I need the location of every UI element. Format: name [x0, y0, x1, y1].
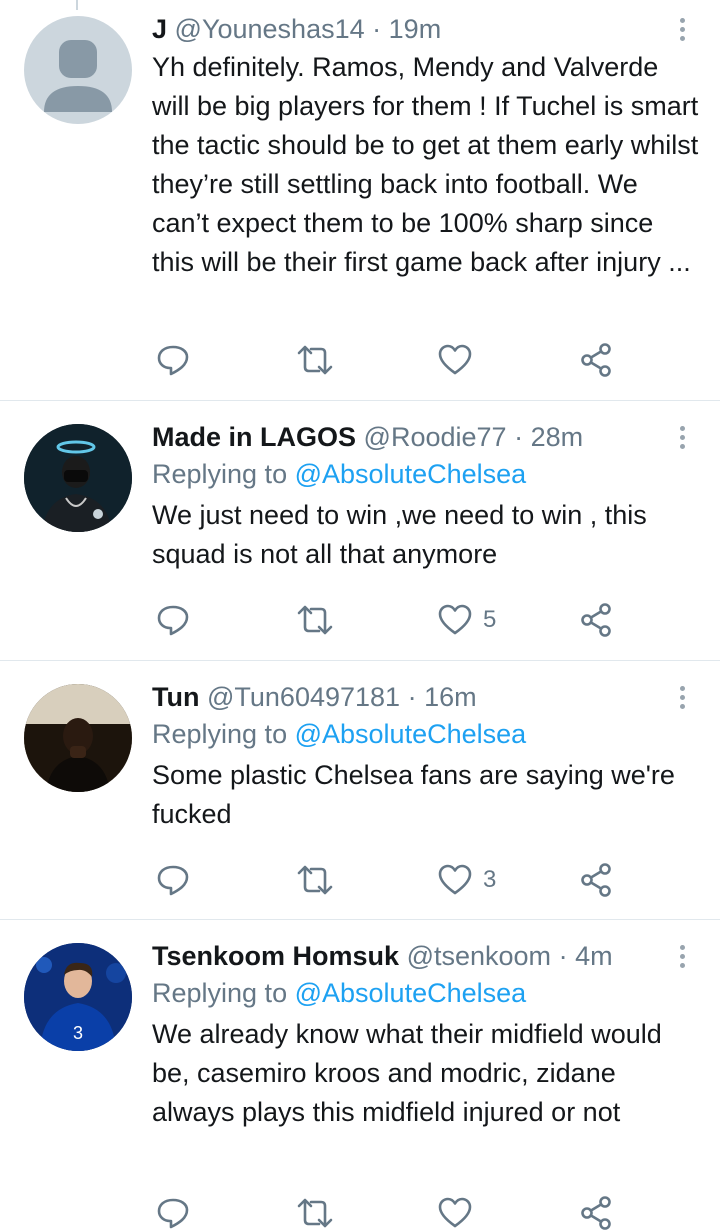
tweet-actions: 3 [155, 862, 720, 898]
separator: · [558, 941, 568, 971]
tweet-actions [155, 342, 720, 378]
like-button[interactable] [437, 342, 483, 378]
author-name[interactable]: Tun [152, 682, 199, 712]
replying-to-link[interactable]: @AbsoluteChelsea [295, 978, 527, 1008]
retweet-icon [297, 345, 333, 375]
author-handle[interactable]: @Roodie77 [364, 422, 507, 452]
separator: · [514, 422, 524, 452]
tweet-text: Yh definitely. Ramos, Mendy and Valverde… [152, 52, 699, 277]
timestamp[interactable]: 19m [389, 14, 442, 44]
separator: · [407, 682, 417, 712]
reply-button[interactable] [155, 862, 191, 898]
heart-icon [438, 1197, 472, 1228]
author-name[interactable]: J [152, 14, 167, 44]
share-icon [581, 343, 611, 377]
replying-to: Replying to @AbsoluteChelsea [152, 973, 700, 1013]
heart-icon [438, 604, 472, 635]
more-options-icon[interactable] [674, 945, 690, 972]
author-handle[interactable]: @Tun60497181 [207, 682, 400, 712]
retweet-icon [297, 1198, 333, 1228]
timestamp[interactable]: 28m [531, 422, 584, 452]
tweet-header: Tsenkoom Homsuk @tsenkoom · 4m [152, 939, 700, 973]
replying-to-link[interactable]: @AbsoluteChelsea [295, 719, 527, 749]
timestamp[interactable]: 16m [424, 682, 477, 712]
author-handle[interactable]: @tsenkoom [407, 941, 551, 971]
like-count: 5 [483, 606, 497, 633]
tweet-2[interactable]: Made in LAGOS @Roodie77 · 28m Replying t… [0, 400, 720, 661]
tweet-actions [155, 1195, 720, 1231]
masked-figure-avatar-icon [24, 424, 132, 532]
reply-icon [157, 605, 189, 636]
more-options-icon[interactable] [674, 18, 690, 45]
footballer-avatar-icon: 3 [24, 943, 132, 1051]
avatar[interactable] [24, 424, 132, 532]
retweet-icon [297, 865, 333, 895]
like-button[interactable] [437, 1195, 483, 1231]
more-options-icon[interactable] [674, 686, 690, 713]
share-icon [581, 1196, 611, 1230]
like-count: 3 [483, 866, 497, 893]
tweet-4[interactable]: 3 Tsenkoom Homsuk @tsenkoom · 4m Replyin… [0, 919, 720, 1230]
tweet-header: Made in LAGOS @Roodie77 · 28m [152, 420, 700, 454]
author-handle[interactable]: @Youneshas14 [175, 14, 365, 44]
reply-icon [157, 865, 189, 896]
reply-icon [157, 345, 189, 376]
share-button[interactable] [579, 342, 613, 378]
replying-to-label: Replying to [152, 719, 288, 749]
reply-icon [157, 1198, 189, 1229]
replying-to: Replying to @AbsoluteChelsea [152, 714, 700, 754]
share-icon [581, 603, 611, 637]
tweet-1[interactable]: J @Youneshas14 · 19m Yh definitely. Ramo… [0, 0, 720, 401]
default-profile-icon [44, 40, 112, 112]
retweet-button[interactable] [295, 862, 335, 898]
author-name[interactable]: Made in LAGOS [152, 422, 356, 452]
reply-button[interactable] [155, 1195, 191, 1231]
tweet-3[interactable]: Tun @Tun60497181 · 16m Replying to @Abso… [0, 660, 720, 920]
share-button[interactable] [579, 862, 613, 898]
tweet-header: Tun @Tun60497181 · 16m [152, 680, 700, 714]
reply-button[interactable] [155, 342, 191, 378]
replying-to: Replying to @AbsoluteChelsea [152, 454, 700, 494]
heart-icon [438, 864, 472, 895]
replying-to-label: Replying to [152, 459, 288, 489]
avatar[interactable] [24, 16, 132, 124]
svg-text:3: 3 [73, 1023, 83, 1043]
replying-to-label: Replying to [152, 978, 288, 1008]
like-button[interactable]: 5 [437, 602, 496, 638]
tweet-header: J @Youneshas14 · 19m [152, 12, 700, 46]
timestamp[interactable]: 4m [575, 941, 613, 971]
replying-to-link[interactable]: @AbsoluteChelsea [295, 459, 527, 489]
retweet-button[interactable] [295, 1195, 335, 1231]
author-name[interactable]: Tsenkoom Homsuk [152, 941, 399, 971]
retweet-icon [297, 605, 333, 635]
avatar[interactable]: 3 [24, 943, 132, 1051]
share-icon [581, 863, 611, 897]
retweet-button[interactable] [295, 602, 335, 638]
person-photo-avatar-icon [24, 684, 132, 792]
share-button[interactable] [579, 1195, 613, 1231]
tweet-actions: 5 [155, 602, 720, 638]
heart-icon [438, 344, 472, 375]
retweet-button[interactable] [295, 342, 335, 378]
tweet-text: Some plastic Chelsea fans are saying we'… [152, 760, 675, 829]
reply-button[interactable] [155, 602, 191, 638]
avatar[interactable] [24, 684, 132, 792]
tweet-text: We just need to win ,we need to win , th… [152, 500, 647, 569]
separator: · [372, 14, 382, 44]
like-button[interactable]: 3 [437, 862, 496, 898]
tweet-text: We already know what their midfield woul… [152, 1019, 662, 1127]
more-options-icon[interactable] [674, 426, 690, 453]
share-button[interactable] [579, 602, 613, 638]
